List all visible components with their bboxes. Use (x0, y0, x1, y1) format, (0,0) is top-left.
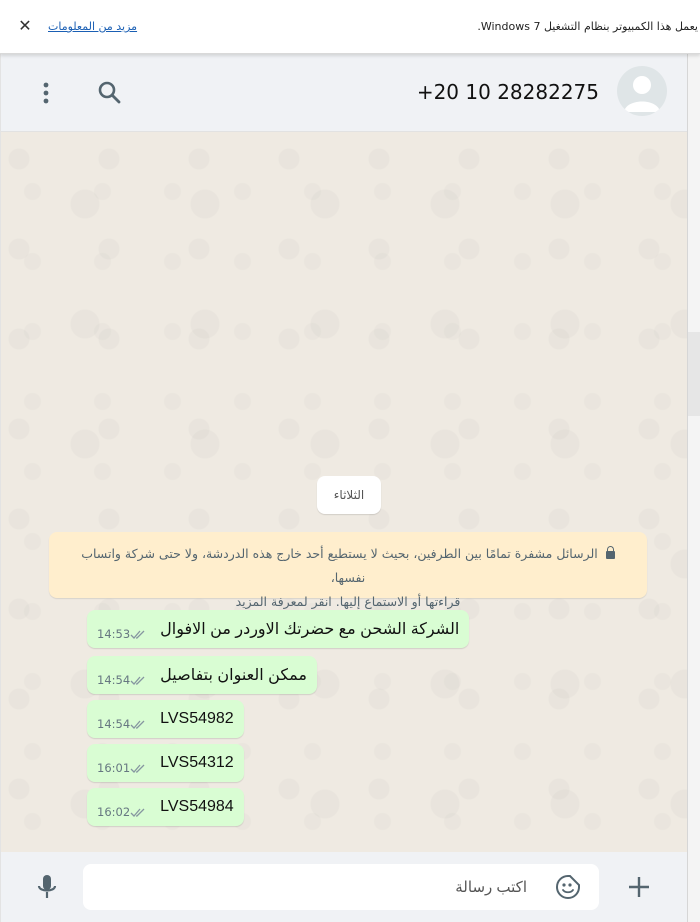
lock-icon (605, 546, 615, 559)
scrollbar-thumb[interactable] (688, 332, 700, 416)
menu-icon[interactable] (35, 78, 57, 108)
message-input-box (83, 864, 599, 910)
message-text: ممكن العنوان بتفاصيل (160, 667, 307, 684)
contact-name[interactable]: +20 10 28282275 (417, 80, 599, 104)
message-bubble[interactable]: LVS54984 16:02 (87, 788, 244, 826)
message-time: 14:54 (97, 673, 131, 687)
message-meta: 14:54 (97, 717, 152, 731)
message-time: 16:02 (97, 805, 131, 819)
avatar-icon[interactable] (617, 66, 667, 116)
message-meta: 14:53 (97, 627, 152, 641)
message-composer (1, 852, 687, 922)
info-banner: ✕ مزيد من المعلومات يعمل هذا الكمبيوتر ب… (0, 0, 700, 54)
notice-text-1: الرسائل مشفرة تمامًا بين الطرفين، بحيث ل… (81, 546, 598, 585)
mic-icon[interactable] (33, 872, 61, 902)
scrollbar-strip[interactable] (688, 54, 700, 922)
banner-message: يعمل هذا الكمبيوتر بنظام التشغيل Windows… (477, 20, 698, 33)
chat-window: +20 10 28282275 الثلاثاء الرسائل مشفرة ت… (0, 54, 688, 922)
message-text: LVS54984 (160, 798, 234, 815)
message-input[interactable] (95, 864, 527, 910)
double-check-icon (130, 630, 145, 639)
message-time: 14:54 (97, 717, 131, 731)
message-text: LVS54982 (160, 710, 234, 727)
search-icon[interactable] (95, 78, 125, 108)
more-info-link[interactable]: مزيد من المعلومات (48, 20, 137, 33)
double-check-icon (130, 676, 145, 685)
encryption-notice-line1: الرسائل مشفرة تمامًا بين الطرفين، بحيث ل… (67, 542, 629, 590)
message-time: 14:53 (97, 627, 131, 641)
message-meta: 16:01 (97, 761, 152, 775)
plus-icon[interactable] (625, 873, 653, 901)
message-time: 16:01 (97, 761, 131, 775)
chat-background: الثلاثاء الرسائل مشفرة تمامًا بين الطرفي… (1, 132, 687, 852)
message-meta: 14:54 (97, 673, 152, 687)
message-bubble[interactable]: LVS54312 16:01 (87, 744, 244, 782)
message-bubble[interactable]: LVS54982 14:54 (87, 700, 244, 738)
sticker-icon[interactable] (555, 874, 581, 900)
message-bubble[interactable]: الشركة الشحن مع حضرتك الاوردر من الافوال… (87, 610, 470, 648)
double-check-icon (130, 764, 145, 773)
double-check-icon (130, 720, 145, 729)
encryption-notice[interactable]: الرسائل مشفرة تمامًا بين الطرفين، بحيث ل… (49, 532, 647, 609)
double-check-icon (130, 808, 145, 817)
message-meta: 16:02 (97, 805, 152, 819)
message-bubble[interactable]: ممكن العنوان بتفاصيل 14:54 (87, 656, 317, 694)
chat-header: +20 10 28282275 (1, 54, 687, 132)
date-separator: الثلاثاء (317, 476, 381, 514)
message-text: الشركة الشحن مع حضرتك الاوردر من الافوال (160, 621, 460, 638)
message-text: LVS54312 (160, 754, 234, 771)
close-banner-icon[interactable]: ✕ (16, 17, 34, 35)
